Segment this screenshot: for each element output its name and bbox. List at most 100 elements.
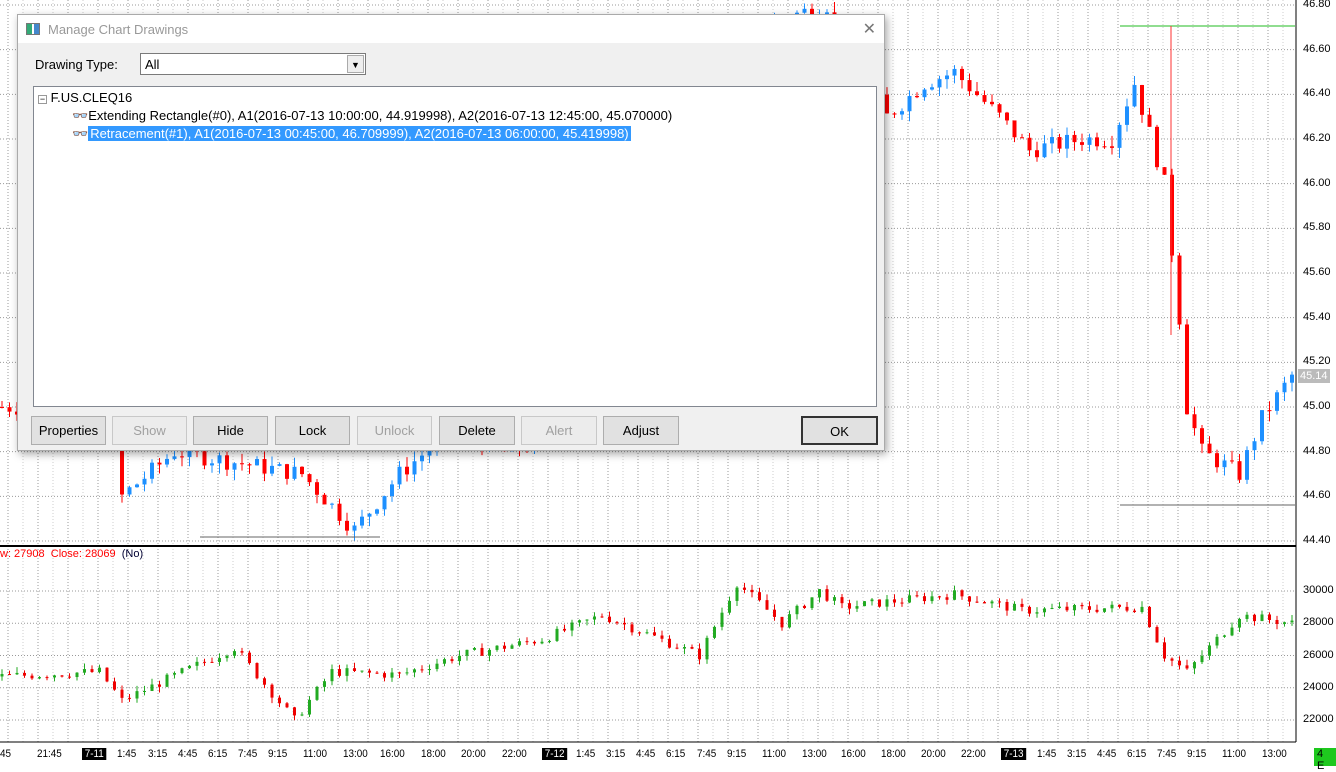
price-candle <box>922 89 927 98</box>
volume-candle <box>383 673 386 678</box>
price-candle <box>997 104 1002 113</box>
time-label: 18:00 <box>881 748 906 760</box>
volume-candle <box>885 599 889 607</box>
volume-candle <box>473 647 476 650</box>
drawings-tree[interactable]: − F.US.CLEQ16 👓Extending Rectangle(#0), … <box>33 86 877 407</box>
volume-label: 22000 <box>1303 713 1334 725</box>
volume-candle <box>398 672 401 674</box>
last-price-tag: 45.14 <box>1298 369 1330 383</box>
volume-candle <box>878 599 881 607</box>
lock-button[interactable]: Lock <box>275 416 350 445</box>
volume-candle <box>495 645 499 650</box>
price-label: 44.60 <box>1303 489 1331 502</box>
price-candle <box>1140 85 1144 115</box>
ok-button[interactable]: OK <box>801 416 878 445</box>
price-candle <box>390 484 394 497</box>
price-candle <box>1192 414 1197 429</box>
volume-candle <box>825 589 829 601</box>
volume-candle <box>638 632 641 634</box>
manage-chart-drawings-dialog: Manage Chart Drawings ✕ Drawing Type: Al… <box>17 14 885 451</box>
delete-button[interactable]: Delete <box>439 416 515 445</box>
price-candle <box>1012 120 1017 138</box>
volume-candle <box>510 645 514 649</box>
price-candle <box>1005 112 1009 121</box>
volume-candle <box>30 675 34 679</box>
volume-candle <box>1110 604 1114 609</box>
volume-candle <box>1020 603 1024 607</box>
price-candle <box>397 466 402 485</box>
adjust-button[interactable]: Adjust <box>603 416 679 445</box>
tree-item-retracement[interactable]: 👓 Retracement(#1), A1(2016-07-13 00:45:00… <box>72 125 631 142</box>
price-candle <box>1155 126 1159 168</box>
price-candle <box>1200 428 1204 444</box>
drawing-type-select[interactable]: All ▼ <box>140 53 366 75</box>
volume-candle <box>578 620 581 623</box>
collapse-icon[interactable]: − <box>38 95 47 104</box>
price-label: 45.60 <box>1303 266 1331 278</box>
volume-candle <box>323 681 326 687</box>
volume-candle <box>915 595 919 597</box>
tree-item-extending-rectangle[interactable]: 👓Extending Rectangle(#0), A1(2016-07-13 … <box>72 107 672 124</box>
time-label: 9:15 <box>268 748 288 760</box>
volume-values: w: 27908 Close: 28069 <box>0 548 116 560</box>
tree-root[interactable]: − F.US.CLEQ16 <box>38 89 132 106</box>
volume-candle <box>743 587 746 590</box>
price-candle <box>217 455 222 464</box>
volume-candle <box>1125 606 1129 611</box>
alert-button[interactable]: Alert <box>521 416 597 445</box>
volume-candle <box>1013 603 1016 611</box>
time-label: 18:00 <box>421 748 446 760</box>
volume-candle <box>1140 606 1144 612</box>
drawing-type-label: Drawing Type: <box>35 57 118 72</box>
time-label: 7:45 <box>1157 748 1177 760</box>
price-candle <box>802 8 807 13</box>
volume-candle <box>855 606 859 609</box>
close-icon[interactable]: ✕ <box>863 19 876 39</box>
volume-candle <box>330 669 334 682</box>
volume-candle <box>863 601 866 607</box>
time-label: 13:00 <box>343 748 368 760</box>
volume-candle <box>795 605 799 615</box>
hide-button[interactable]: Hide <box>193 416 268 445</box>
price-candle <box>982 95 987 102</box>
show-button[interactable]: Show <box>112 416 187 445</box>
volume-candle <box>945 597 949 600</box>
price-candle <box>1095 137 1099 147</box>
volume-candle <box>660 635 664 639</box>
price-label: 45.00 <box>1303 400 1331 412</box>
volume-candle <box>1223 635 1226 637</box>
volume-candle <box>53 675 56 678</box>
price-candle <box>405 466 409 475</box>
properties-button[interactable]: Properties <box>31 416 106 445</box>
chevron-down-icon[interactable]: ▼ <box>347 55 364 73</box>
price-candle <box>900 111 904 115</box>
price-candle <box>1020 137 1024 139</box>
volume-candle <box>1133 610 1136 612</box>
volume-candle <box>953 590 956 600</box>
volume-candle <box>1118 604 1121 607</box>
time-label: 21:45 <box>37 748 62 760</box>
volume-candle <box>668 638 671 648</box>
unlock-button[interactable]: Unlock <box>357 416 432 445</box>
time-label: 20:00 <box>461 748 486 760</box>
volume-candle <box>645 632 649 634</box>
volume-candle <box>1268 614 1271 620</box>
mode-label: (No) <box>121 548 144 560</box>
price-candle <box>360 516 364 526</box>
volume-candle <box>900 602 904 604</box>
volume-candle <box>1193 662 1196 669</box>
volume-candle <box>893 599 896 603</box>
volume-candle <box>773 609 776 617</box>
volume-candle <box>1275 619 1279 624</box>
volume-candle <box>690 647 694 649</box>
volume-candle <box>675 647 679 649</box>
price-candle <box>0 407 4 408</box>
volume-candle <box>428 669 431 671</box>
volume-candle <box>443 659 446 664</box>
title-bar[interactable]: Manage Chart Drawings <box>18 15 884 43</box>
volume-candle <box>1058 606 1061 608</box>
price-candle <box>382 496 387 510</box>
price-candle <box>315 482 319 495</box>
volume-candle <box>803 605 806 609</box>
volume-candle <box>758 592 761 601</box>
